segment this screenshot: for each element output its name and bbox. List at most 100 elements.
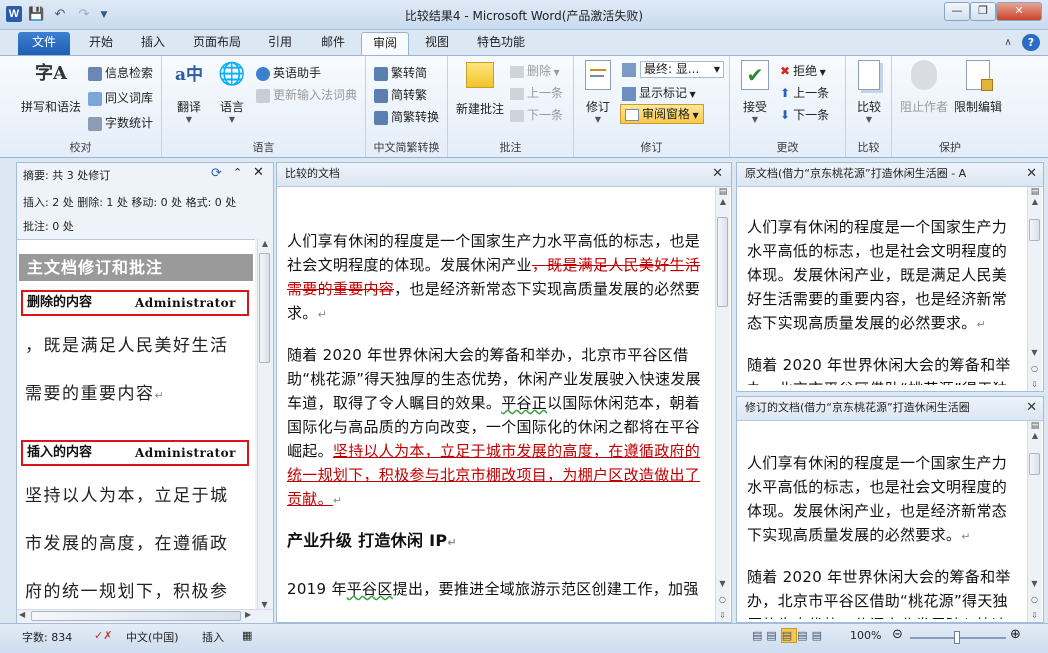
browse-object-icon[interactable]: ○ [716,595,729,604]
compared-pane-close-icon[interactable]: ✕ [712,163,723,185]
block-authors-button[interactable]: 阻止作者 [898,60,950,115]
help-icon[interactable]: ? [1022,34,1040,51]
revised-scroll-thumb[interactable] [1029,453,1040,475]
next-change-button[interactable]: ⬇ 下一条 [780,106,829,123]
accept-button[interactable]: ✔ 接受 ▼ [736,60,774,124]
zoom-in-icon[interactable]: ⊕ [1010,627,1021,642]
zoom-level[interactable]: 100% [850,629,881,642]
spell-check-button[interactable]: 字A 拼写和语法 [20,60,82,124]
revised-next-page-icon[interactable]: ⇩ [1028,611,1041,620]
simplified-to-traditional-button[interactable]: 简转繁 [374,86,427,103]
revision-label-deleted[interactable]: 删除的内容 Administrator [21,290,249,316]
restrict-editing-button[interactable]: 限制编辑 [952,60,1004,115]
paragraph-3[interactable]: 2019 年平谷区提出，要推进全域旅游示范区创建工作，加强 [287,577,707,601]
previous-change-button[interactable]: ⬆ 上一条 [780,84,829,101]
original-ruler-icon[interactable]: ▤ [1028,187,1042,197]
reject-button[interactable]: ✖ 拒绝 ▼ [780,62,826,79]
ruler-toggle-icon[interactable]: ▤ [716,187,730,197]
zoom-slider-thumb[interactable] [954,631,960,644]
revised-paragraph-1[interactable]: 人们享有休闲的程度是一个国家生产力水平高低的标志，也是社会文明程度的体现。发展休… [747,451,1019,549]
compared-document-body[interactable]: 人们享有休闲的程度是一个国家生产力水平高低的标志，也是社会文明程度的体现。发展休… [287,229,707,617]
revised-document-body[interactable]: 人们享有休闲的程度是一个国家生产力水平高低的标志，也是社会文明程度的体现。发展休… [747,451,1019,619]
original-scroll-up-icon[interactable]: ▲ [1028,197,1042,206]
hscroll-thumb[interactable] [31,611,241,621]
proofing-status-icon[interactable]: ✓✗ [94,629,112,642]
tab-insert[interactable]: 插入 [130,32,176,55]
original-paragraph-1[interactable]: 人们享有休闲的程度是一个国家生产力水平高低的标志，也是社会文明程度的体现。发展休… [747,215,1019,337]
reviewing-pane-hscroll[interactable]: ◀ ▶ [17,609,273,623]
insert-mode-status[interactable]: 插入 [202,629,224,645]
scroll-right-icon[interactable]: ▶ [245,610,251,619]
translate-button[interactable]: a中 翻译 ▼ [168,60,210,124]
close-button[interactable]: ✕ [996,2,1042,21]
zoom-slider[interactable] [910,631,1006,644]
traditional-to-simplified-button[interactable]: 繁转简 [374,64,427,81]
compared-scroll-down-icon[interactable]: ▼ [716,579,729,588]
revised-paragraph-2[interactable]: 随着 2020 年世界休闲大会的筹备和举办，北京市平谷区借助“桃花源”得天独厚的… [747,565,1019,619]
scroll-down-icon[interactable]: ▼ [258,600,271,609]
original-browse-icon[interactable]: ○ [1028,364,1041,373]
thesaurus-button[interactable]: 同义词库 [88,89,153,106]
tab-home[interactable]: 开始 [78,32,124,55]
tab-view[interactable]: 视图 [414,32,460,55]
reviewing-pane-close-icon[interactable]: ✕ [253,165,264,180]
scroll-up-icon[interactable]: ▲ [258,239,272,248]
tab-special-features[interactable]: 特色功能 [466,32,536,55]
revision-label-inserted[interactable]: 插入的内容 Administrator [21,440,249,466]
expand-collapse-icon[interactable]: ⌃ [233,166,242,179]
language-button[interactable]: 🌐 语言 ▼ [212,60,252,124]
chinese-convert-button[interactable]: 简繁转换 [374,108,439,125]
track-changes-button[interactable]: 修订 ▼ [580,60,616,124]
ribbon-collapse-icon[interactable]: ∧ [1000,32,1016,55]
previous-comment-button[interactable]: 上一条 [510,84,563,101]
view-buttons[interactable]: ▤▤▤▤▤ [752,628,826,643]
tab-review[interactable]: 审阅 [361,32,409,55]
original-scroll-thumb[interactable] [1029,219,1040,241]
paragraph-2[interactable]: 随着 2020 年世界休闲大会的筹备和举办，北京市平谷区借助“桃花源”得天独厚的… [287,343,707,513]
research-button[interactable]: 信息检索 [88,64,153,81]
refresh-icon[interactable]: ⟳ [211,166,222,181]
original-next-page-icon[interactable]: ⇩ [1028,380,1041,389]
revised-browse-icon[interactable]: ○ [1028,595,1041,604]
update-ime-dictionary-button[interactable]: 更新输入法词典 [256,86,357,103]
revised-scroll-up-icon[interactable]: ▲ [1028,431,1042,440]
tab-page-layout[interactable]: 页面布局 [184,32,250,55]
new-comment-button[interactable]: 新建批注 [454,60,506,117]
next-comment-button[interactable]: 下一条 [510,106,563,123]
compare-button[interactable]: 比较 ▼ [852,60,886,124]
tab-file[interactable]: 文件 [18,32,70,55]
revised-doc-vscroll[interactable]: ▤ ▲ ▼ ○ ⇩ [1027,421,1042,622]
compared-scroll-up-icon[interactable]: ▲ [716,197,730,206]
word-count-button[interactable]: 字数统计 [88,114,153,131]
revision-text-inserted[interactable]: 坚持以人为本，立足于城 市发展的高度，在遵循政 府的统一规划下，积极参 [25,472,245,609]
original-paragraph-2[interactable]: 随着 2020 年世界休闲大会的筹备和举办，北京市平谷区借助“桃花源”得天独厚 [747,353,1019,385]
print-layout-view-icon[interactable]: ▤ [780,628,798,643]
language-status[interactable]: 中文(中国) [126,629,179,645]
tab-references[interactable]: 引用 [256,32,304,55]
tab-mailings[interactable]: 邮件 [310,32,356,55]
inserted-text[interactable]: 坚持以人为本，立足于城市发展的高度，在遵循政府的统一规划下，积极参与北京市棚改项… [287,442,700,508]
original-scroll-down-icon[interactable]: ▼ [1028,348,1041,357]
revised-pane-close-icon[interactable]: ✕ [1026,397,1037,419]
paragraph-1[interactable]: 人们享有休闲的程度是一个国家生产力水平高低的标志，也是社会文明程度的体现。发展休… [287,229,707,327]
delete-comment-button[interactable]: 删除 ▼ [510,62,560,79]
scroll-left-icon[interactable]: ◀ [19,610,25,619]
next-page-icon[interactable]: ⇩ [716,611,729,620]
maximize-button[interactable]: ❐ [970,2,996,21]
original-doc-vscroll[interactable]: ▤ ▲ ▼ ○ ⇩ [1027,187,1042,391]
section-heading[interactable]: 产业升级 打造休闲 IP↵ [287,529,707,555]
display-for-review-select[interactable]: 最终: 显... ▼ [640,61,724,78]
show-markup-button[interactable]: 显示标记 ▼ [622,84,696,101]
scroll-thumb[interactable] [259,253,270,363]
compared-doc-vscroll[interactable]: ▤ ▲ ▼ ○ ⇩ [715,187,730,622]
minimize-button[interactable]: — [944,2,970,21]
revised-scroll-down-icon[interactable]: ▼ [1028,579,1041,588]
compared-scroll-thumb[interactable] [717,217,728,307]
macro-recording-icon[interactable]: ▦ [242,629,252,642]
reviewing-pane-button[interactable]: 审阅窗格 ▼ [620,104,704,124]
english-assistant-button[interactable]: 英语助手 [256,64,321,81]
word-count-status[interactable]: 字数: 834 [22,629,72,645]
revised-ruler-icon[interactable]: ▤ [1028,421,1042,431]
original-pane-close-icon[interactable]: ✕ [1026,163,1037,185]
revision-text-deleted[interactable]: ，既是满足人民美好生活 需要的重要内容↵ [25,322,245,420]
